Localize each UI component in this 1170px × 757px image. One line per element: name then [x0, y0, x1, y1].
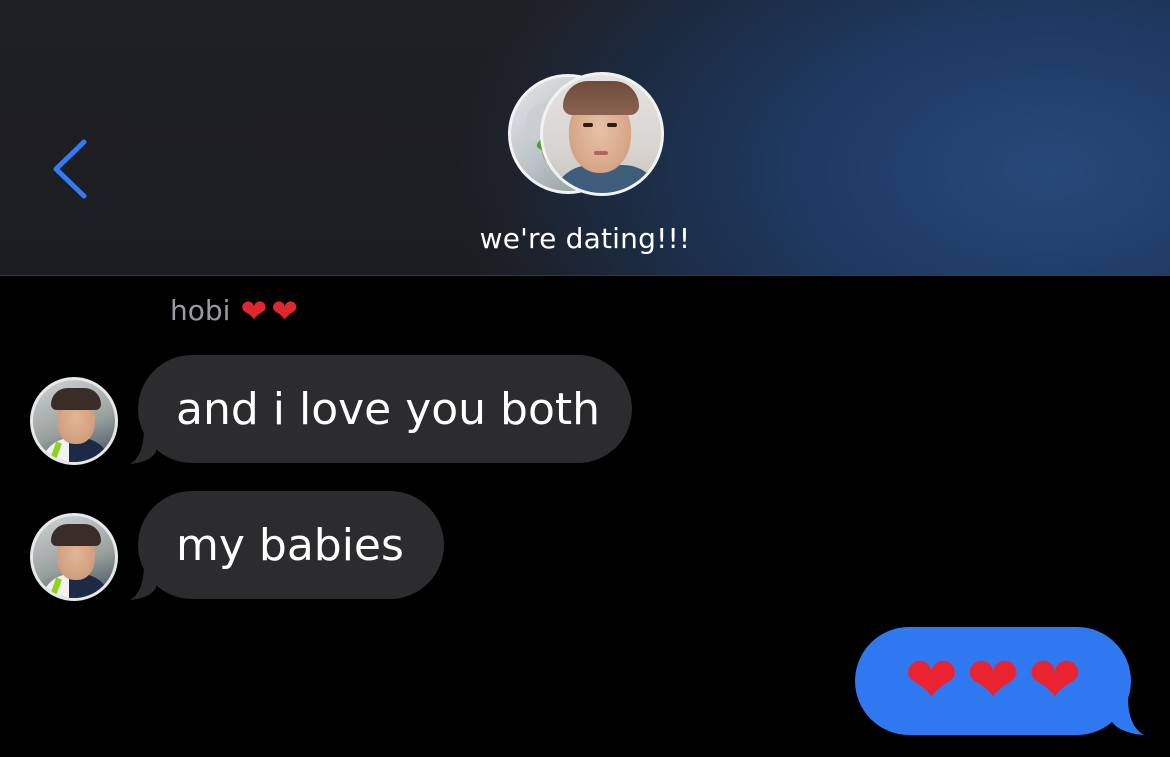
group-name[interactable]: we're dating!!! — [0, 222, 1170, 255]
sender-name: hobi — [170, 294, 231, 327]
sender-label: hobi ❤ ❤ — [170, 294, 298, 327]
heart-emoji: ❤ — [966, 644, 1020, 718]
sender-avatar[interactable] — [30, 513, 118, 601]
message-bubble-incoming[interactable]: my babies — [138, 491, 444, 599]
heart-emoji: ❤ — [1027, 644, 1082, 718]
group-avatar[interactable] — [508, 72, 664, 198]
chat-header: we're dating!!! — [0, 0, 1170, 276]
sender-avatar[interactable] — [30, 377, 118, 465]
message-bubble-incoming[interactable]: and i love you both — [138, 355, 632, 463]
message-text: my babies — [176, 519, 404, 571]
member-avatar-primary — [540, 72, 664, 196]
back-chevron-icon[interactable] — [50, 138, 90, 200]
sender-heart-emoji: ❤ — [240, 291, 268, 330]
message-bubble-outgoing[interactable]: ❤ ❤ ❤ — [855, 627, 1131, 735]
message-text: and i love you both — [176, 383, 601, 435]
sender-heart-emoji: ❤ — [271, 291, 299, 330]
heart-emoji: ❤ — [904, 644, 959, 718]
